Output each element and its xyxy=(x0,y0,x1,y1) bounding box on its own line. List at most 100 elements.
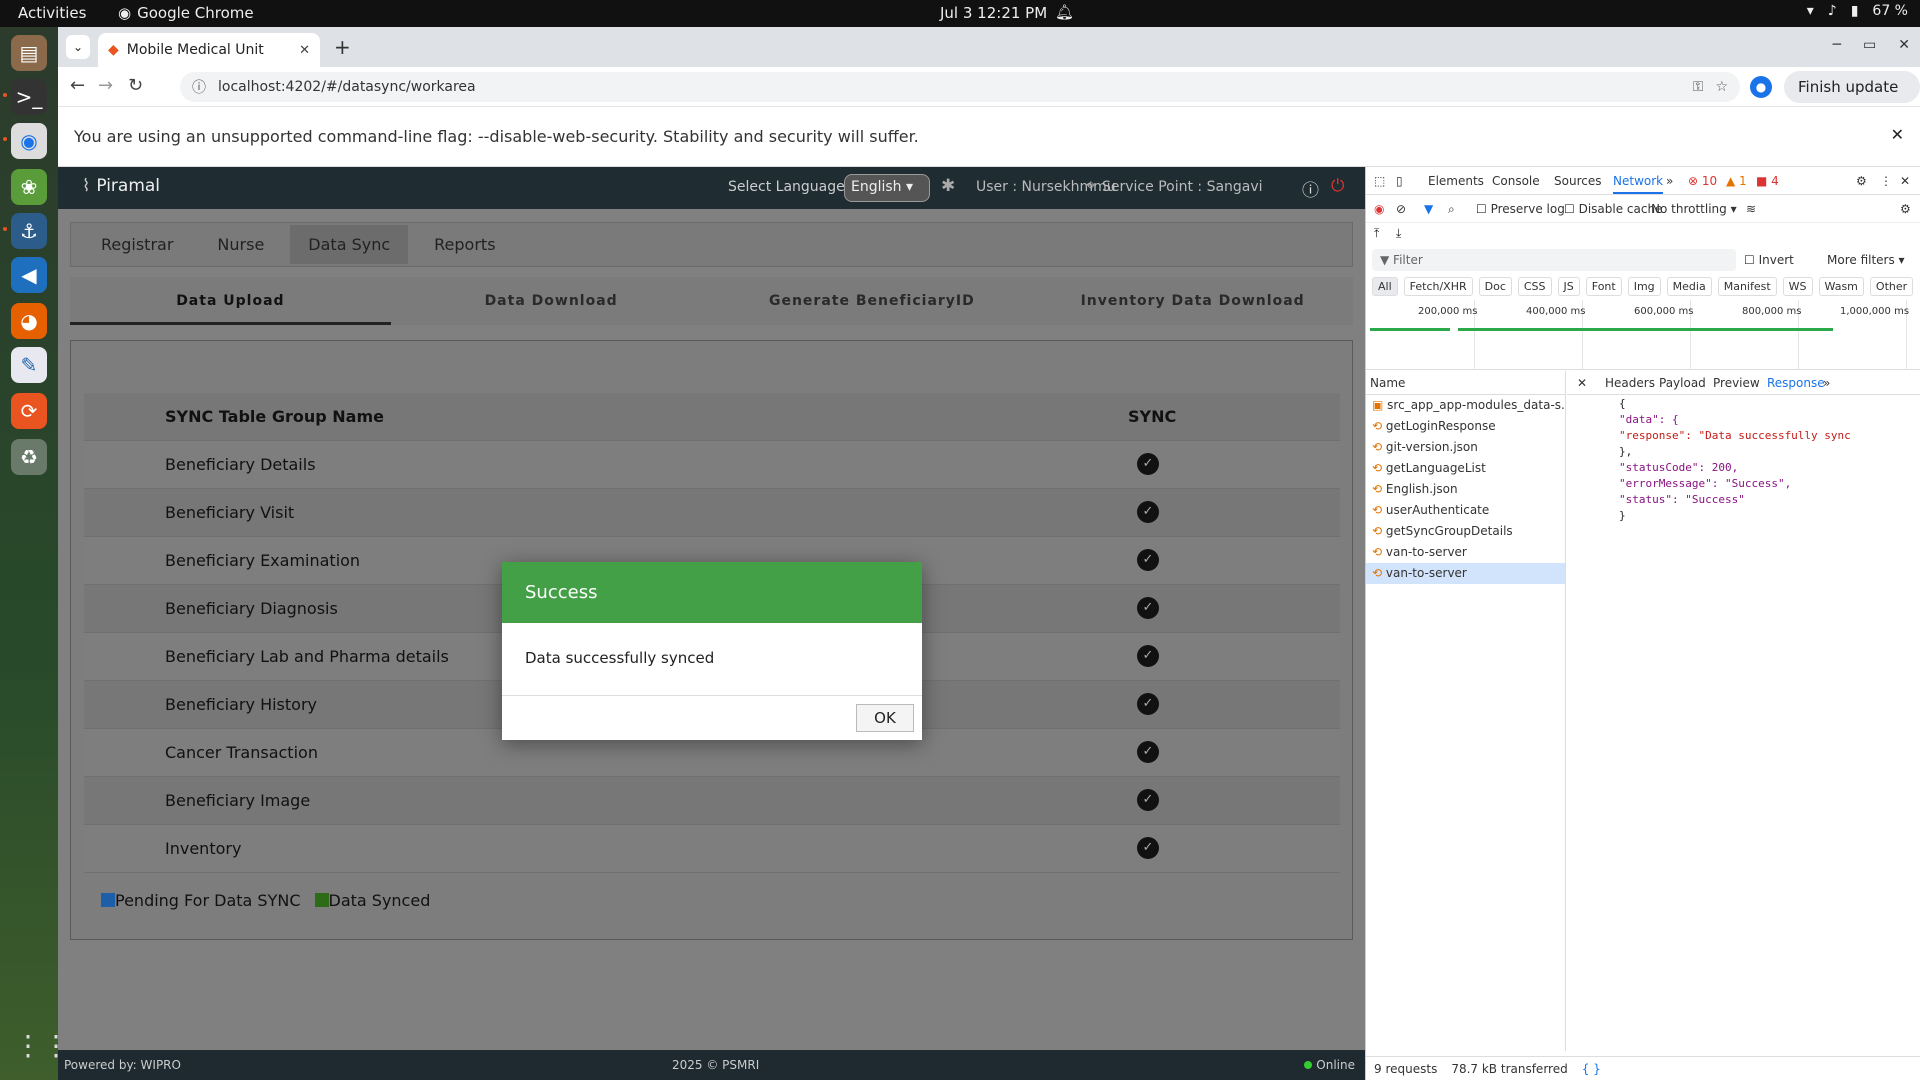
type-all[interactable]: All xyxy=(1372,277,1398,296)
type-js[interactable]: JS xyxy=(1557,277,1580,296)
system-tray[interactable]: ▾ ♪ ▮ 67 % xyxy=(1807,3,1908,19)
type-manifest[interactable]: Manifest xyxy=(1717,277,1777,296)
activities-button[interactable]: Activities xyxy=(18,4,86,22)
vscode-icon[interactable]: ◀ xyxy=(11,257,47,293)
inspect-icon[interactable]: ⬚ xyxy=(1374,174,1385,188)
invert-checkbox[interactable]: ☐ Invert xyxy=(1744,253,1794,267)
request-item[interactable]: ⟲ userAuthenticate xyxy=(1366,500,1565,521)
tab-response[interactable]: Response xyxy=(1767,376,1825,390)
password-key-icon[interactable]: ⚿ xyxy=(1693,79,1704,95)
bluetooth-icon[interactable]: ✱ xyxy=(941,176,955,196)
request-item[interactable]: ⟲ getLanguageList xyxy=(1366,458,1565,479)
tab-headers[interactable]: Headers xyxy=(1605,376,1655,390)
request-item[interactable]: ⟲ van-to-server xyxy=(1366,542,1565,563)
minimize-icon[interactable]: ─ xyxy=(1833,37,1841,53)
close-pane-icon[interactable]: ✕ xyxy=(1577,376,1587,390)
type-font[interactable]: Font xyxy=(1585,277,1622,296)
close-window-icon[interactable]: ✕ xyxy=(1898,37,1910,53)
type-media[interactable]: Media xyxy=(1666,277,1712,296)
settings-gear-icon[interactable]: ⚙ xyxy=(1856,174,1867,188)
request-item[interactable]: ⟲ English.json xyxy=(1366,479,1565,500)
app-menu[interactable]: ◉ Google Chrome xyxy=(118,4,254,22)
tab-elements[interactable]: Elements xyxy=(1428,174,1484,188)
infobar-close-icon[interactable]: ✕ xyxy=(1891,125,1904,144)
tab-close-icon[interactable]: ✕ xyxy=(299,43,310,58)
spring-icon[interactable]: ❀ xyxy=(11,169,47,205)
request-item[interactable]: ⟲ getSyncGroupDetails xyxy=(1366,521,1565,542)
more-filters-button[interactable]: More filters ▾ xyxy=(1827,253,1905,267)
export-har-icon[interactable]: ⤓ xyxy=(1396,226,1401,241)
tab-data-download[interactable]: Data Download xyxy=(391,277,712,325)
finish-update-button[interactable]: Finish update ⋮ xyxy=(1784,71,1920,128)
trash-icon[interactable]: ♻ xyxy=(11,439,47,475)
forward-icon[interactable]: → xyxy=(98,75,113,96)
type-img[interactable]: Img xyxy=(1627,277,1661,296)
chrome-dock-icon[interactable]: ◉ xyxy=(11,123,47,159)
filter-input[interactable]: ▼ Filter xyxy=(1372,249,1736,271)
bookmark-star-icon[interactable]: ☆ xyxy=(1715,79,1728,95)
tab-generate-beneficiary-id[interactable]: Generate BeneficiaryID xyxy=(712,277,1033,325)
type-wasm[interactable]: Wasm xyxy=(1818,277,1864,296)
site-info-icon[interactable]: ⓘ xyxy=(192,77,206,97)
network-timeline[interactable]: 200,000 ms 400,000 ms 600,000 ms 800,000… xyxy=(1366,300,1920,370)
clear-icon[interactable]: ⊘ xyxy=(1396,202,1406,216)
dbeaver-icon[interactable]: ⚓ xyxy=(11,213,47,249)
preserve-log-checkbox[interactable]: ☐ Preserve log xyxy=(1476,202,1565,216)
menu-registrar[interactable]: Registrar xyxy=(83,225,191,264)
back-icon[interactable]: ← xyxy=(70,75,85,96)
browser-tab[interactable]: ◆ Mobile Medical Unit ✕ xyxy=(98,33,320,67)
logout-power-icon[interactable]: ⏻ xyxy=(1331,176,1344,196)
record-icon[interactable]: ◉ xyxy=(1374,202,1384,216)
tab-network[interactable]: Network xyxy=(1613,174,1664,194)
tab-search-icon[interactable]: ⌄ xyxy=(66,35,90,59)
search-icon[interactable]: ⌕ xyxy=(1448,202,1455,217)
errors-badge[interactable]: ⊗ 10 xyxy=(1688,174,1717,188)
network-settings-gear-icon[interactable]: ⚙ xyxy=(1900,202,1911,216)
maximize-icon[interactable]: ▭ xyxy=(1863,37,1876,53)
device-toggle-icon[interactable]: ▯ xyxy=(1396,174,1403,188)
new-tab-icon[interactable]: + xyxy=(334,35,351,59)
files-icon[interactable]: ▤ xyxy=(11,35,47,71)
profile-avatar-icon[interactable]: ● xyxy=(1750,76,1772,98)
text-editor-icon[interactable]: ✎ xyxy=(11,347,47,383)
type-fetch-xhr[interactable]: Fetch/XHR xyxy=(1403,277,1473,296)
filter-icon[interactable]: ▼ xyxy=(1424,202,1433,216)
more-resp-tabs-icon[interactable]: » xyxy=(1823,376,1830,390)
warnings-badge[interactable]: ▲ 1 xyxy=(1726,174,1747,188)
request-item[interactable]: ⟲ getLoginResponse xyxy=(1366,416,1565,437)
help-icon[interactable]: ⓘ xyxy=(1302,176,1319,201)
tab-payload[interactable]: Payload xyxy=(1659,376,1706,390)
type-css[interactable]: CSS xyxy=(1517,277,1552,296)
tab-inventory-data-download[interactable]: Inventory Data Download xyxy=(1032,277,1353,325)
type-ws[interactable]: WS xyxy=(1782,277,1813,296)
address-bar[interactable]: ⓘ localhost:4202/#/datasync/workarea ⚿ ☆ xyxy=(180,72,1740,102)
menu-nurse[interactable]: Nurse xyxy=(199,225,282,264)
more-options-icon[interactable]: ⋮ xyxy=(1880,174,1892,188)
more-tabs-icon[interactable]: » xyxy=(1666,174,1673,188)
name-column-header[interactable]: Name xyxy=(1366,371,1565,395)
tab-console[interactable]: Console xyxy=(1492,174,1540,188)
tab-preview[interactable]: Preview xyxy=(1713,376,1760,390)
request-item[interactable]: ▣ src_app_app-modules_data-s... xyxy=(1366,395,1565,416)
close-devtools-icon[interactable]: ✕ xyxy=(1900,174,1910,188)
postman-icon[interactable]: ⟳ xyxy=(11,393,47,429)
pretty-print-icon[interactable]: { } xyxy=(1582,1062,1601,1076)
language-select[interactable]: English ▾ xyxy=(844,174,930,202)
terminal-icon[interactable]: >_ xyxy=(11,79,47,115)
throttling-select[interactable]: No throttling ▾ xyxy=(1651,202,1737,216)
type-other[interactable]: Other xyxy=(1869,277,1914,296)
tab-data-upload[interactable]: Data Upload xyxy=(70,277,391,325)
issues-badge[interactable]: ■ 4 xyxy=(1756,174,1779,188)
firefox-icon[interactable]: ◕ xyxy=(11,303,47,339)
ok-button[interactable]: OK xyxy=(856,704,914,732)
menu-reports[interactable]: Reports xyxy=(416,225,513,264)
network-conditions-icon[interactable]: ≋ xyxy=(1746,202,1756,216)
reload-icon[interactable]: ↻ xyxy=(128,75,143,96)
tab-sources[interactable]: Sources xyxy=(1554,174,1601,188)
import-har-icon[interactable]: ⤒ xyxy=(1374,226,1379,241)
request-item[interactable]: ⟲ git-version.json xyxy=(1366,437,1565,458)
clock[interactable]: Jul 3 12:21 PM xyxy=(940,4,1047,22)
disable-cache-checkbox[interactable]: ☐ Disable cache xyxy=(1564,202,1662,216)
menu-data-sync[interactable]: Data Sync xyxy=(290,225,409,264)
type-doc[interactable]: Doc xyxy=(1478,277,1512,296)
